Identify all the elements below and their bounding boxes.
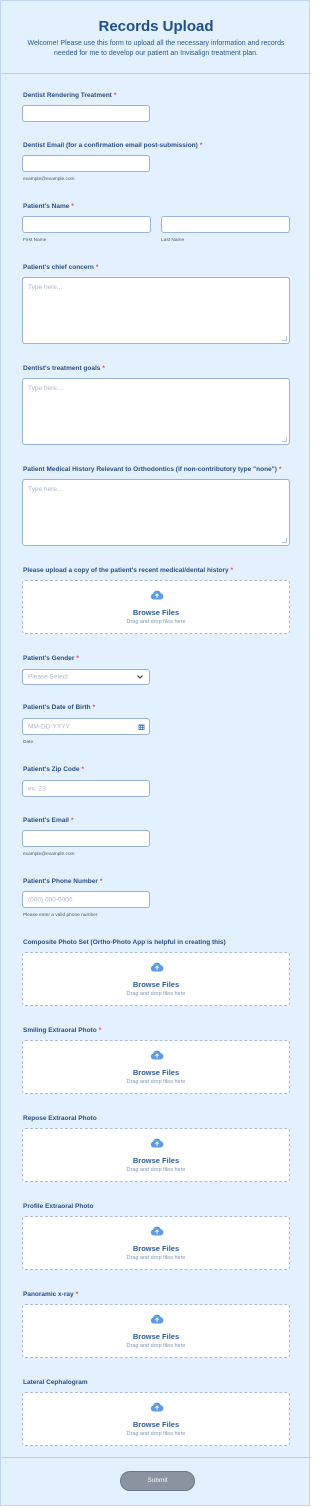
cloud-upload-icon <box>150 1050 164 1060</box>
drag-drop-hint: Drag and drop files here <box>126 991 186 997</box>
calendar-icon[interactable] <box>138 723 145 730</box>
resize-handle[interactable] <box>282 437 287 442</box>
dentist-email-label: Dentist Email (for a confirmation email … <box>23 142 203 149</box>
chief-concern-label: Patient's chief concern * <box>23 264 99 271</box>
form-card: Records Upload Welcome! Please use this … <box>0 0 311 1507</box>
phone-label: Patient's Phone Number * <box>23 878 103 885</box>
cloud-upload-icon <box>150 1314 164 1324</box>
chevron-down-icon <box>137 675 143 679</box>
cloud-upload-icon <box>150 1138 164 1148</box>
dob-input[interactable]: MM-DD-YYYY <box>22 718 150 735</box>
composite-photo-label: Composite Photo Set (Ortho-Photo App is … <box>23 939 226 946</box>
gender-selected-value: Please Select <box>28 673 68 681</box>
patient-email-input[interactable] <box>22 830 150 847</box>
panoramic-dropzone[interactable]: Browse Files Drag and drop files here <box>22 1304 290 1358</box>
gender-label: Patient's Gender * <box>23 655 79 662</box>
ceph-label: Lateral Cephalogram <box>23 1379 88 1386</box>
submit-button[interactable]: Submit <box>120 1471 195 1491</box>
phone-sublabel: Please enter a valid phone number. <box>23 913 99 918</box>
composite-photo-dropzone[interactable]: Browse Files Drag and drop files here <box>22 952 290 1006</box>
chief-concern-placeholder: Type here... <box>28 284 63 291</box>
drag-drop-hint: Drag and drop files here <box>126 1343 186 1349</box>
zip-placeholder: ex: 23 <box>28 785 46 792</box>
cloud-upload-icon <box>150 1226 164 1236</box>
form-header: Records Upload Welcome! Please use this … <box>1 1 311 74</box>
zip-input[interactable]: ex: 23 <box>22 780 150 797</box>
smiling-photo-label: Smiling Extraoral Photo * <box>23 1027 102 1034</box>
first-name-sublabel: First Name <box>23 238 47 243</box>
dob-sublabel: Date <box>23 740 34 745</box>
browse-files-button[interactable]: Browse Files <box>23 608 289 617</box>
dentist-rendering-input[interactable] <box>22 105 150 122</box>
browse-files-button[interactable]: Browse Files <box>23 1244 289 1253</box>
drag-drop-hint: Drag and drop files here <box>126 1167 186 1173</box>
ceph-dropzone[interactable]: Browse Files Drag and drop files here <box>22 1392 290 1446</box>
resize-handle[interactable] <box>282 336 287 341</box>
gender-select[interactable]: Please Select <box>22 669 150 685</box>
first-name-input[interactable] <box>22 216 151 233</box>
last-name-sublabel: Last Name <box>161 238 185 243</box>
chief-concern-textarea[interactable]: Type here... <box>22 277 290 344</box>
medical-history-textarea[interactable]: Type here... <box>22 479 290 546</box>
treatment-goals-placeholder: Type here... <box>28 385 63 392</box>
browse-files-button[interactable]: Browse Files <box>23 980 289 989</box>
drag-drop-hint: Drag and drop files here <box>126 619 186 625</box>
history-upload-label: Please upload a copy of the patient's re… <box>23 567 234 574</box>
phone-placeholder: (000) 000-0000 <box>28 896 73 903</box>
drag-drop-hint: Drag and drop files here <box>126 1431 186 1437</box>
cloud-upload-icon <box>150 962 164 972</box>
dentist-email-sublabel: example@example.com <box>23 177 75 182</box>
dob-label: Patient's Date of Birth * <box>23 704 96 711</box>
last-name-input[interactable] <box>161 216 290 233</box>
panoramic-label: Panoramic x-ray * <box>23 1291 79 1298</box>
profile-photo-label: Profile Extraoral Photo <box>23 1203 94 1210</box>
repose-photo-label: Repose Extraoral Photo <box>23 1115 97 1122</box>
phone-input[interactable]: (000) 000-0000 <box>22 891 150 908</box>
treatment-goals-textarea[interactable]: Type here... <box>22 378 290 445</box>
browse-files-button[interactable]: Browse Files <box>23 1068 289 1077</box>
repose-photo-dropzone[interactable]: Browse Files Drag and drop files here <box>22 1128 290 1182</box>
drag-drop-hint: Drag and drop files here <box>126 1255 186 1261</box>
browse-files-button[interactable]: Browse Files <box>23 1420 289 1429</box>
history-upload-dropzone[interactable]: Browse Files Drag and drop files here <box>22 580 290 634</box>
patient-name-label: Patient's Name * <box>23 203 74 210</box>
smiling-photo-dropzone[interactable]: Browse Files Drag and drop files here <box>22 1040 290 1094</box>
cloud-upload-icon <box>150 590 164 600</box>
browse-files-button[interactable]: Browse Files <box>23 1156 289 1165</box>
page-title: Records Upload <box>98 18 214 35</box>
zip-label: Patient's Zip Code * <box>23 766 84 773</box>
profile-photo-dropzone[interactable]: Browse Files Drag and drop files here <box>22 1216 290 1270</box>
form-footer: Submit <box>1 1457 311 1507</box>
cloud-upload-icon <box>150 1402 164 1412</box>
medical-history-placeholder: Type here... <box>28 486 63 493</box>
dentist-email-input[interactable] <box>22 155 150 172</box>
dentist-rendering-label: Dentist Rendering Treatment * <box>23 92 117 99</box>
resize-handle[interactable] <box>282 538 287 543</box>
treatment-goals-label: Dentist's treatment goals * <box>23 365 105 372</box>
medical-history-label: Patient Medical History Relevant to Orth… <box>23 466 282 473</box>
dob-placeholder: MM-DD-YYYY <box>28 723 70 730</box>
patient-email-label: Patient's Email * <box>23 817 74 824</box>
patient-email-sublabel: example@example.com <box>23 852 75 857</box>
page-subtitle: Welcome! Please use this form to upload … <box>27 40 285 57</box>
browse-files-button[interactable]: Browse Files <box>23 1332 289 1341</box>
drag-drop-hint: Drag and drop files here <box>126 1079 186 1085</box>
